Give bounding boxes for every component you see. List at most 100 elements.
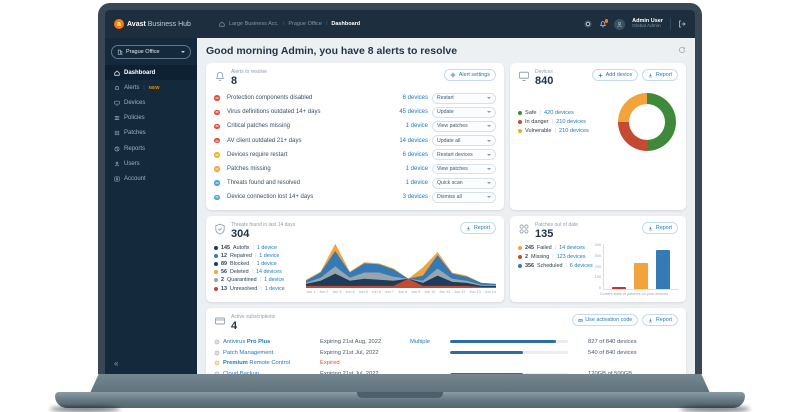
brand-text: Avast Business Hub: [127, 20, 191, 28]
alert-devices-link[interactable]: 14 devices: [380, 138, 428, 144]
sidebar-item-label: Alerts: [124, 84, 140, 91]
sidebar-item-users[interactable]: Users: [105, 156, 197, 171]
legend-item: 13 Unresolved | 1 device: [214, 286, 300, 292]
patches-icon: [518, 223, 530, 235]
x-axis-labels: Jun 1 Jun 2 Jun 3 Jun 4 Jun 5 Jun 6 Jun 7 Jun 8…: [306, 290, 496, 294]
sidebar-item-policies[interactable]: Policies: [105, 111, 197, 126]
legend-label: Unresolved: [230, 285, 258, 292]
legend-item: 2 Quarantined | 1 device: [214, 277, 300, 283]
legend-dot: [518, 129, 522, 134]
alert-devices-link[interactable]: 45 devices: [380, 109, 428, 115]
subscription-multiple-link[interactable]: Multiple: [410, 339, 444, 345]
y-axis-tick: 400: [594, 243, 601, 248]
patches-count: 135: [535, 228, 554, 241]
legend-devices-link[interactable]: 420 devices: [544, 110, 574, 116]
alert-devices-link[interactable]: 6 devices: [380, 95, 428, 101]
legend-devices-link[interactable]: 123 devices: [557, 254, 586, 260]
alert-status-icon: [214, 180, 220, 186]
alert-devices-link[interactable]: 1 device: [380, 180, 428, 186]
legend-devices-link[interactable]: 210 devices: [556, 119, 586, 125]
settings-gear-icon[interactable]: [584, 20, 592, 28]
laptop-shadow: [50, 406, 120, 412]
subscription-name-link[interactable]: Premium Remote Control: [214, 360, 314, 366]
sidebar-item-label: Devices: [124, 99, 146, 106]
subscriptions-card: Active subscriptions 4 Use activation co…: [206, 308, 686, 374]
legend-count: 13: [221, 285, 227, 292]
user-avatar[interactable]: [614, 18, 626, 30]
legend-devices-link[interactable]: 14 devices: [559, 245, 585, 251]
legend-devices-link[interactable]: 14 devices: [256, 269, 282, 275]
x-axis-tick: Jun 1: [306, 289, 316, 294]
alert-action-select[interactable]: Dismiss all: [432, 191, 496, 203]
alert-action-select[interactable]: Update all: [432, 135, 496, 147]
sidebar-item-account[interactable]: Account: [105, 171, 197, 186]
legend-label: Failed: [537, 245, 552, 252]
alert-action-select[interactable]: Restart devices: [432, 149, 496, 161]
alert-label: Protection components disabled: [227, 95, 313, 102]
sidebar-collapse-button[interactable]: «: [105, 354, 197, 374]
alert-devices-link[interactable]: 1 device: [380, 166, 428, 172]
alert-devices-link[interactable]: 3 devices: [380, 194, 428, 200]
subscription-name-link[interactable]: Cloud Backup: [214, 371, 314, 374]
legend-dot: [214, 262, 218, 266]
alert-row: Protection components disabled 6 devices…: [214, 91, 496, 105]
breadcrumb-item[interactable]: Large Business Acc.: [229, 21, 279, 27]
refresh-icon[interactable]: [678, 46, 686, 54]
add-device-button[interactable]: Add device: [592, 69, 639, 81]
logout-icon[interactable]: [678, 20, 686, 28]
alert-action-select[interactable]: View patches: [432, 121, 496, 132]
page-title: Good morning Admin, you have 8 alerts to…: [206, 45, 458, 57]
badge-separator: |: [143, 84, 145, 91]
legend-label: Repaired: [230, 252, 252, 259]
subscription-name-link[interactable]: Antivirus Pro Plus: [214, 339, 314, 345]
chevron-down-icon: [487, 196, 491, 199]
alert-action-select[interactable]: Quick scan: [432, 177, 496, 189]
subscription-icon: [214, 371, 220, 374]
sidebar-item-reports[interactable]: Reports: [105, 141, 197, 156]
sidebar-item-alerts[interactable]: Alerts | NEW: [105, 80, 197, 95]
chevron-down-icon: [487, 125, 491, 128]
legend-devices-link[interactable]: 1 device: [264, 277, 284, 283]
sidebar-item-patches[interactable]: Patches: [105, 126, 197, 141]
legend-devices-link[interactable]: 1 device: [265, 286, 285, 292]
alert-action-select[interactable]: View patches: [432, 163, 496, 175]
subscription-name-link[interactable]: Patch Management: [214, 350, 314, 356]
x-axis-tick: Jun 12: [454, 289, 466, 294]
legend-devices-link[interactable]: 1 device: [257, 245, 277, 251]
sidebar-item-dashboard[interactable]: Dashboard: [105, 65, 197, 81]
laptop-shadow: [680, 406, 750, 412]
alert-action-select[interactable]: Update: [432, 106, 496, 118]
legend-label: Missing: [531, 254, 550, 261]
alert-row: Virus definitions outdated 14+ days 45 d…: [214, 105, 496, 119]
patches-report-button[interactable]: Report: [642, 222, 678, 235]
sidebar-item-devices[interactable]: Devices: [105, 95, 197, 110]
devices-report-button[interactable]: Report: [642, 69, 678, 81]
credit-card-icon: [578, 318, 583, 322]
legend-devices-link[interactable]: 210 devices: [559, 128, 589, 134]
user-role: Global Admin: [632, 24, 661, 30]
legend-label: In danger: [525, 119, 549, 126]
alert-status-icon: [214, 95, 220, 101]
avast-logo[interactable]: a Avast Business Hub: [114, 19, 191, 29]
alert-settings-button[interactable]: Alert settings: [444, 69, 496, 81]
alert-devices-link[interactable]: 6 devices: [380, 152, 428, 158]
subscriptions-report-button[interactable]: Report: [642, 314, 678, 327]
subscription-row: Antivirus Pro Plus Expiring 21st Aug, 20…: [214, 337, 678, 348]
site-selector[interactable]: Prague Office: [111, 45, 191, 59]
notifications-bell-icon[interactable]: [599, 19, 609, 28]
legend-label: Vulnerable: [525, 128, 552, 135]
use-activation-code-button[interactable]: Use activation code: [571, 314, 639, 327]
subscription-row: Patch Management Expiring 21st Jul, 2022…: [214, 347, 678, 358]
legend-devices-link[interactable]: 1 device: [257, 261, 277, 267]
chevron-down-icon: [181, 51, 185, 53]
breadcrumb-item[interactable]: Prague Office: [288, 21, 322, 27]
alert-action-select[interactable]: Restart: [432, 92, 496, 104]
download-icon: [467, 226, 471, 231]
legend-devices-link[interactable]: 1 device: [259, 253, 279, 259]
user-meta[interactable]: Admin User Global Admin: [632, 18, 663, 30]
legend-dot: [214, 286, 218, 291]
alert-devices-link[interactable]: 1 device: [380, 123, 428, 129]
threats-report-button[interactable]: Report: [460, 222, 496, 235]
gear-icon: [450, 72, 456, 78]
chart-caption: Current state of patches on your devices: [599, 292, 669, 297]
